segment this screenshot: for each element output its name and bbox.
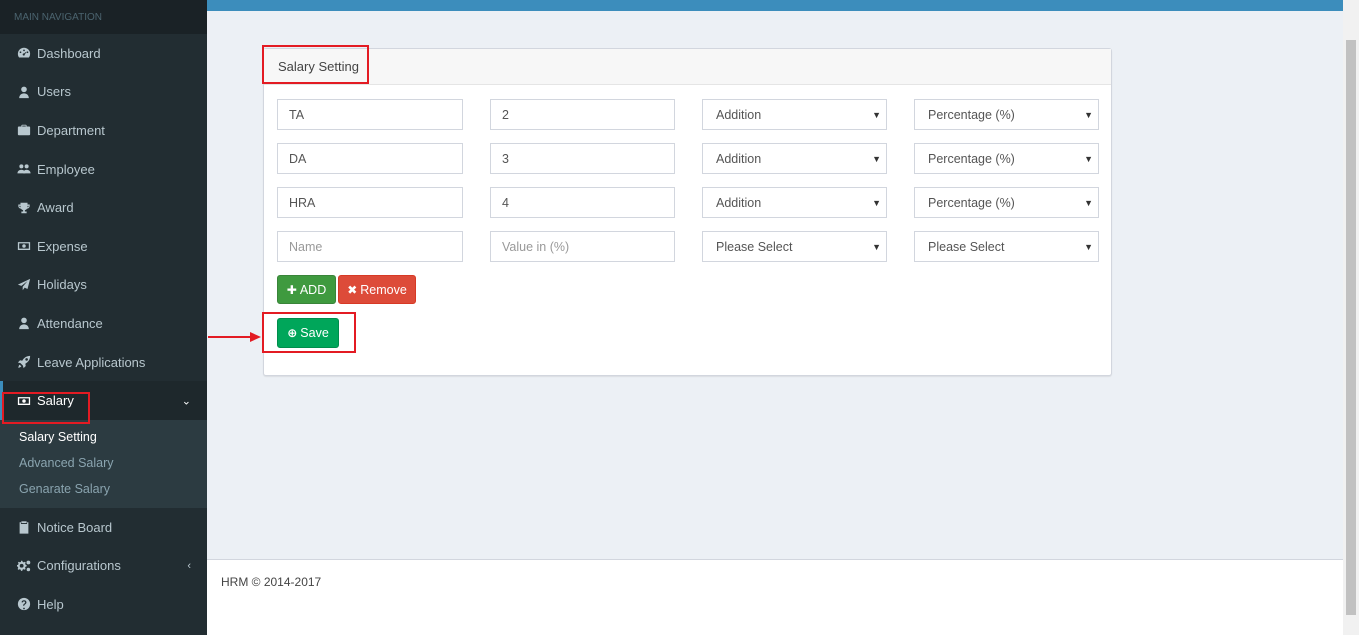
footer: HRM © 2014-2017	[207, 559, 1343, 635]
sidebar-item-configurations[interactable]: Configurations ‹	[0, 547, 207, 586]
add-button-label: ADD	[299, 282, 327, 297]
value-field[interactable]: 2	[490, 99, 675, 130]
dropdown-arrow-icon: ▼	[1084, 153, 1093, 164]
unit-select[interactable]: Please Select ▼	[914, 231, 1099, 262]
briefcase-icon	[16, 123, 32, 137]
value-field[interactable]: 4	[490, 187, 675, 218]
sidebar-item-label: Award	[37, 200, 74, 216]
unit-select-value: Percentage (%)	[928, 151, 1015, 166]
scrollbar[interactable]	[1343, 0, 1359, 635]
salary-submenu: Salary Setting Advanced Salary Genarate …	[0, 419, 207, 508]
unit-select[interactable]: Percentage (%) ▼	[914, 143, 1099, 174]
sidebar-item-label: Employee	[37, 161, 95, 177]
unit-select-value: Please Select	[928, 239, 1005, 254]
unit-select[interactable]: Percentage (%) ▼	[914, 99, 1099, 130]
submenu-item-advanced-salary[interactable]: Advanced Salary	[0, 450, 207, 476]
type-select-value: Addition	[716, 107, 762, 122]
sidebar-item-attendance[interactable]: Attendance	[0, 304, 207, 343]
save-button-label: Save	[300, 326, 329, 340]
sidebar-item-label: Notice Board	[37, 519, 113, 535]
sidebar-item-dashboard[interactable]: Dashboard	[0, 34, 207, 73]
sidebar-item-award[interactable]: Award	[0, 188, 207, 227]
type-select[interactable]: Addition ▼	[702, 187, 887, 218]
chevron-down-icon: ⌄	[181, 395, 191, 408]
cogs-icon	[16, 559, 32, 573]
remove-button-label: Remove	[360, 282, 407, 297]
sidebar-item-help[interactable]: Help	[0, 585, 207, 624]
dropdown-arrow-icon: ▼	[872, 153, 881, 164]
nav-header: MAIN NAVIGATION	[0, 0, 207, 34]
dropdown-arrow-icon: ▼	[872, 109, 881, 120]
sidebar-item-users[interactable]: Users	[0, 73, 207, 112]
sidebar-item-label: Help	[37, 596, 64, 612]
type-select-value: Please Select	[716, 239, 793, 254]
type-select-value: Addition	[716, 195, 762, 210]
sidebar-item-label: Holidays	[37, 277, 87, 293]
sidebar-item-label: Dashboard	[37, 45, 101, 61]
dashboard-icon	[16, 46, 32, 60]
sidebar: MAIN NAVIGATION Dashboard Users Departme…	[0, 0, 207, 635]
name-input[interactable]: Name	[277, 231, 463, 262]
add-button[interactable]: ✚ ADD	[277, 275, 336, 304]
user-icon	[16, 316, 32, 330]
sidebar-item-label: Department	[37, 122, 105, 138]
dropdown-arrow-icon: ▼	[1084, 109, 1093, 120]
dropdown-arrow-icon: ▼	[1084, 197, 1093, 208]
trophy-icon	[16, 201, 32, 215]
unit-select-value: Percentage (%)	[928, 107, 1015, 122]
submenu-item-generate-salary[interactable]: Genarate Salary	[0, 476, 207, 502]
sidebar-item-label: Leave Applications	[37, 354, 146, 370]
clipboard-icon	[16, 520, 32, 534]
plus-icon: ✚	[286, 282, 297, 297]
sidebar-item-notice-board[interactable]: Notice Board	[0, 508, 207, 547]
dropdown-arrow-icon: ▼	[872, 241, 881, 252]
sidebar-item-department[interactable]: Department	[0, 111, 207, 150]
unit-select-value: Percentage (%)	[928, 195, 1015, 210]
footer-copyright: HRM © 2014-2017	[221, 575, 322, 589]
sidebar-item-label: Salary	[37, 393, 74, 409]
unit-select[interactable]: Percentage (%) ▼	[914, 187, 1099, 218]
annotation-arrow-icon	[208, 332, 261, 342]
plus-circle-icon: ⊕	[287, 326, 298, 340]
sidebar-item-label: Expense	[37, 238, 88, 254]
user-icon	[16, 85, 32, 99]
sidebar-item-leave-applications[interactable]: Leave Applications	[0, 343, 207, 382]
sidebar-item-employee[interactable]: Employee	[0, 150, 207, 189]
salary-setting-box: Salary Setting TA 2 Addition ▼ Percentage…	[263, 48, 1112, 376]
sidebar-item-holidays[interactable]: Holidays	[0, 266, 207, 305]
money-icon	[16, 239, 32, 253]
save-button[interactable]: ⊕ Save	[277, 318, 339, 348]
type-select[interactable]: Addition ▼	[702, 99, 887, 130]
top-navbar	[207, 0, 1343, 11]
type-select[interactable]: Addition ▼	[702, 143, 887, 174]
value-field[interactable]: 3	[490, 143, 675, 174]
sidebar-item-label: Users	[37, 84, 71, 100]
question-circle-icon	[16, 597, 32, 611]
paper-plane-icon	[16, 278, 32, 292]
box-title: Salary Setting	[264, 49, 1111, 85]
users-icon	[16, 162, 32, 176]
chevron-left-icon: ‹	[187, 559, 191, 572]
value-input[interactable]: Value in (%)	[490, 231, 675, 262]
scrollbar-thumb[interactable]	[1346, 40, 1356, 615]
sidebar-item-expense[interactable]: Expense	[0, 227, 207, 266]
remove-button[interactable]: ✖ Remove	[338, 275, 416, 304]
sidebar-item-label: Attendance	[37, 315, 103, 331]
rocket-icon	[16, 355, 32, 369]
sidebar-item-salary[interactable]: Salary ⌄	[0, 381, 207, 420]
dropdown-arrow-icon: ▼	[1084, 241, 1093, 252]
type-select-value: Addition	[716, 151, 762, 166]
name-field[interactable]: HRA	[277, 187, 463, 218]
submenu-item-salary-setting[interactable]: Salary Setting	[0, 424, 207, 450]
sidebar-item-label: Configurations	[37, 558, 121, 574]
name-field[interactable]: TA	[277, 99, 463, 130]
name-field[interactable]: DA	[277, 143, 463, 174]
money-icon	[16, 394, 32, 408]
dropdown-arrow-icon: ▼	[872, 197, 881, 208]
main-content: Salary Setting TA 2 Addition ▼ Percentage…	[207, 11, 1343, 559]
type-select[interactable]: Please Select ▼	[702, 231, 887, 262]
close-icon: ✖	[347, 282, 358, 297]
